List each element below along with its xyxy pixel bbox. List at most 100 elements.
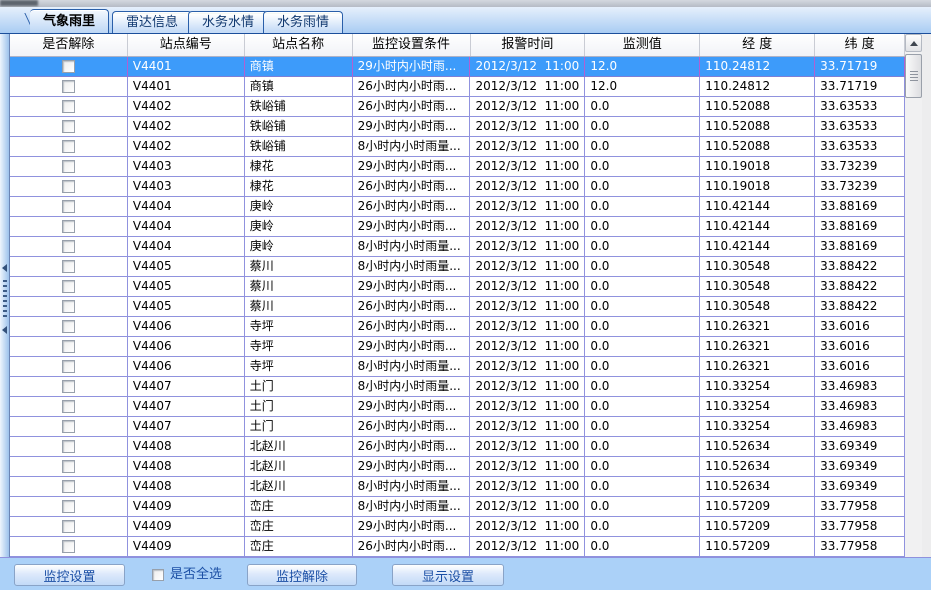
dismiss-checkbox[interactable] — [62, 380, 75, 393]
longitude-cell: 110.42144 — [700, 197, 815, 217]
col-header-alarm-time[interactable]: 报警时间 — [471, 34, 586, 56]
table-row[interactable]: V4404庚岭8小时内小时雨量...2012/3/12 11:000.0110.… — [10, 237, 905, 257]
dismiss-checkbox[interactable] — [62, 260, 75, 273]
splitter-grip-icon[interactable] — [3, 280, 7, 320]
table-row[interactable]: V4407土门8小时内小时雨量...2012/3/12 11:000.0110.… — [10, 377, 905, 397]
station-id-cell: V4407 — [128, 377, 245, 397]
station-id-cell: V4408 — [128, 437, 245, 457]
table-row[interactable]: V4405蔡川29小时内小时雨...2012/3/12 11:000.0110.… — [10, 277, 905, 297]
dismiss-checkbox[interactable] — [62, 140, 75, 153]
monitor-release-button[interactable]: 监控解除 — [247, 564, 357, 586]
dismiss-checkbox[interactable] — [62, 540, 75, 553]
dismiss-checkbox[interactable] — [62, 60, 75, 73]
col-header-station-id[interactable]: 站点编号 — [128, 34, 245, 56]
alarm-time-cell: 2012/3/12 11:00 — [470, 497, 585, 517]
dismiss-checkbox[interactable] — [62, 320, 75, 333]
latitude-cell: 33.88422 — [815, 257, 905, 277]
table-row[interactable]: V4408北赵川29小时内小时雨...2012/3/12 11:000.0110… — [10, 457, 905, 477]
station-name-cell: 蔡川 — [245, 277, 353, 297]
table-row[interactable]: V4403棣花29小时内小时雨...2012/3/12 11:000.0110.… — [10, 157, 905, 177]
dismiss-checkbox[interactable] — [62, 420, 75, 433]
dismiss-checkbox[interactable] — [62, 200, 75, 213]
table-row[interactable]: V4405蔡川26小时内小时雨...2012/3/12 11:000.0110.… — [10, 297, 905, 317]
dismiss-cell — [10, 237, 128, 257]
station-id-cell: V4402 — [128, 97, 245, 117]
station-name-cell: 北赵川 — [245, 437, 353, 457]
monitor-set-button[interactable]: 监控设置 — [14, 564, 125, 586]
condition-cell: 8小时内小时雨量... — [353, 477, 471, 497]
station-name-cell: 蔡川 — [245, 297, 353, 317]
alarm-time-cell: 2012/3/12 11:00 — [470, 397, 585, 417]
alarm-time-cell: 2012/3/12 11:00 — [470, 97, 585, 117]
scroll-up-button[interactable] — [905, 34, 922, 52]
monitor-value-cell: 0.0 — [585, 497, 700, 517]
table-row[interactable]: V4405蔡川8小时内小时雨量...2012/3/12 11:000.0110.… — [10, 257, 905, 277]
table-row[interactable]: V4406寺坪8小时内小时雨量...2012/3/12 11:000.0110.… — [10, 357, 905, 377]
table-row[interactable]: V4402铁峪铺8小时内小时雨量...2012/3/12 11:000.0110… — [10, 137, 905, 157]
dismiss-checkbox[interactable] — [62, 220, 75, 233]
col-header-dismiss[interactable]: 是否解除 — [10, 34, 128, 56]
table-row[interactable]: V4402铁峪铺29小时内小时雨...2012/3/12 11:000.0110… — [10, 117, 905, 137]
dismiss-checkbox[interactable] — [62, 360, 75, 373]
dismiss-checkbox[interactable] — [62, 100, 75, 113]
dismiss-checkbox[interactable] — [62, 280, 75, 293]
table-row[interactable]: V4404庚岭29小时内小时雨...2012/3/12 11:000.0110.… — [10, 217, 905, 237]
table-row[interactable]: V4403棣花26小时内小时雨...2012/3/12 11:000.0110.… — [10, 177, 905, 197]
station-name-cell: 庚岭 — [245, 217, 353, 237]
dismiss-checkbox[interactable] — [62, 160, 75, 173]
station-name-cell: 北赵川 — [245, 457, 353, 477]
dismiss-checkbox[interactable] — [62, 520, 75, 533]
alarm-time-cell: 2012/3/12 11:00 — [470, 197, 585, 217]
tab-water-rainfall[interactable]: 水务雨情 — [263, 11, 343, 33]
col-header-longitude[interactable]: 经 度 — [700, 34, 815, 56]
tab-radar-info[interactable]: 雷达信息 — [112, 11, 192, 33]
col-header-value[interactable]: 监测值 — [585, 34, 700, 56]
table-row[interactable]: V4408北赵川8小时内小时雨量...2012/3/12 11:000.0110… — [10, 477, 905, 497]
collapse-left-icon[interactable] — [2, 264, 7, 272]
display-set-button[interactable]: 显示设置 — [392, 564, 504, 586]
vertical-scrollbar[interactable] — [905, 34, 922, 557]
table-row[interactable]: V4401商镇29小时内小时雨...2012/3/12 11:0012.0110… — [10, 57, 905, 77]
dismiss-checkbox[interactable] — [62, 180, 75, 193]
select-all-checkbox[interactable] — [152, 569, 164, 581]
table-row[interactable]: V4407土门29小时内小时雨...2012/3/12 11:000.0110.… — [10, 397, 905, 417]
table-row[interactable]: V4409峦庄8小时内小时雨量...2012/3/12 11:000.0110.… — [10, 497, 905, 517]
col-header-station-name[interactable]: 站点名称 — [245, 34, 353, 56]
left-splitter-bar[interactable] — [0, 34, 9, 557]
table-row[interactable]: V4401商镇26小时内小时雨...2012/3/12 11:0012.0110… — [10, 77, 905, 97]
dismiss-checkbox[interactable] — [62, 460, 75, 473]
table-row[interactable]: V4406寺坪29小时内小时雨...2012/3/12 11:000.0110.… — [10, 337, 905, 357]
dismiss-checkbox[interactable] — [62, 80, 75, 93]
tab-weather-rainfall[interactable]: 气象雨里 — [30, 9, 109, 33]
alarm-time-cell: 2012/3/12 11:00 — [470, 477, 585, 497]
longitude-cell: 110.52088 — [700, 137, 815, 157]
dismiss-checkbox[interactable] — [62, 480, 75, 493]
dismiss-checkbox[interactable] — [62, 240, 75, 253]
scrollbar-thumb[interactable] — [905, 54, 922, 98]
table-row[interactable]: V4402铁峪铺26小时内小时雨...2012/3/12 11:000.0110… — [10, 97, 905, 117]
dismiss-checkbox[interactable] — [62, 400, 75, 413]
latitude-cell: 33.63533 — [815, 97, 905, 117]
table-row[interactable]: V4408北赵川26小时内小时雨...2012/3/12 11:000.0110… — [10, 437, 905, 457]
latitude-cell: 33.69349 — [815, 457, 905, 477]
dismiss-checkbox[interactable] — [62, 300, 75, 313]
station-name-cell: 土门 — [245, 377, 353, 397]
collapse-left-icon[interactable] — [2, 326, 7, 334]
table-row[interactable]: V4404庚岭26小时内小时雨...2012/3/12 11:000.0110.… — [10, 197, 905, 217]
table-row[interactable]: V4406寺坪26小时内小时雨...2012/3/12 11:000.0110.… — [10, 317, 905, 337]
col-header-condition[interactable]: 监控设置条件 — [353, 34, 471, 56]
select-all-group: 是否全选 — [152, 567, 222, 583]
dismiss-checkbox[interactable] — [62, 340, 75, 353]
table-row[interactable]: V4409峦庄29小时内小时雨...2012/3/12 11:000.0110.… — [10, 517, 905, 537]
station-id-cell: V4405 — [128, 277, 245, 297]
tab-water-regime[interactable]: 水务水情 — [188, 11, 268, 33]
alarm-time-cell: 2012/3/12 11:00 — [470, 417, 585, 437]
dismiss-checkbox[interactable] — [62, 440, 75, 453]
col-header-latitude[interactable]: 纬 度 — [815, 34, 905, 56]
latitude-cell: 33.6016 — [815, 337, 905, 357]
table-row[interactable]: V4409峦庄26小时内小时雨...2012/3/12 11:000.0110.… — [10, 537, 905, 557]
monitor-value-cell: 0.0 — [585, 537, 700, 557]
table-row[interactable]: V4407土门26小时内小时雨...2012/3/12 11:000.0110.… — [10, 417, 905, 437]
dismiss-checkbox[interactable] — [62, 120, 75, 133]
dismiss-checkbox[interactable] — [62, 500, 75, 513]
